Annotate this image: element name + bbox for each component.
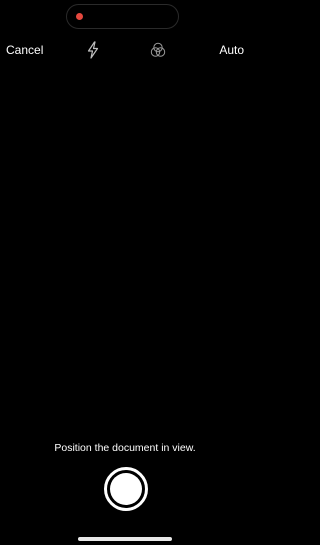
home-indicator[interactable] <box>78 537 172 541</box>
cancel-button[interactable]: Cancel <box>6 43 43 57</box>
dynamic-island <box>66 4 179 29</box>
flash-icon[interactable] <box>86 41 100 59</box>
auto-capture-toggle[interactable]: Auto <box>219 43 244 57</box>
document-scanner-screen: Cancel Auto Position the document in vie… <box>0 0 250 545</box>
filters-icon[interactable] <box>149 41 167 59</box>
shutter-inner-icon <box>110 473 142 505</box>
scanner-toolbar: Cancel Auto <box>0 38 250 62</box>
recording-indicator-icon <box>76 13 83 20</box>
shutter-button[interactable] <box>104 467 148 511</box>
position-hint-text: Position the document in view. <box>54 442 196 454</box>
